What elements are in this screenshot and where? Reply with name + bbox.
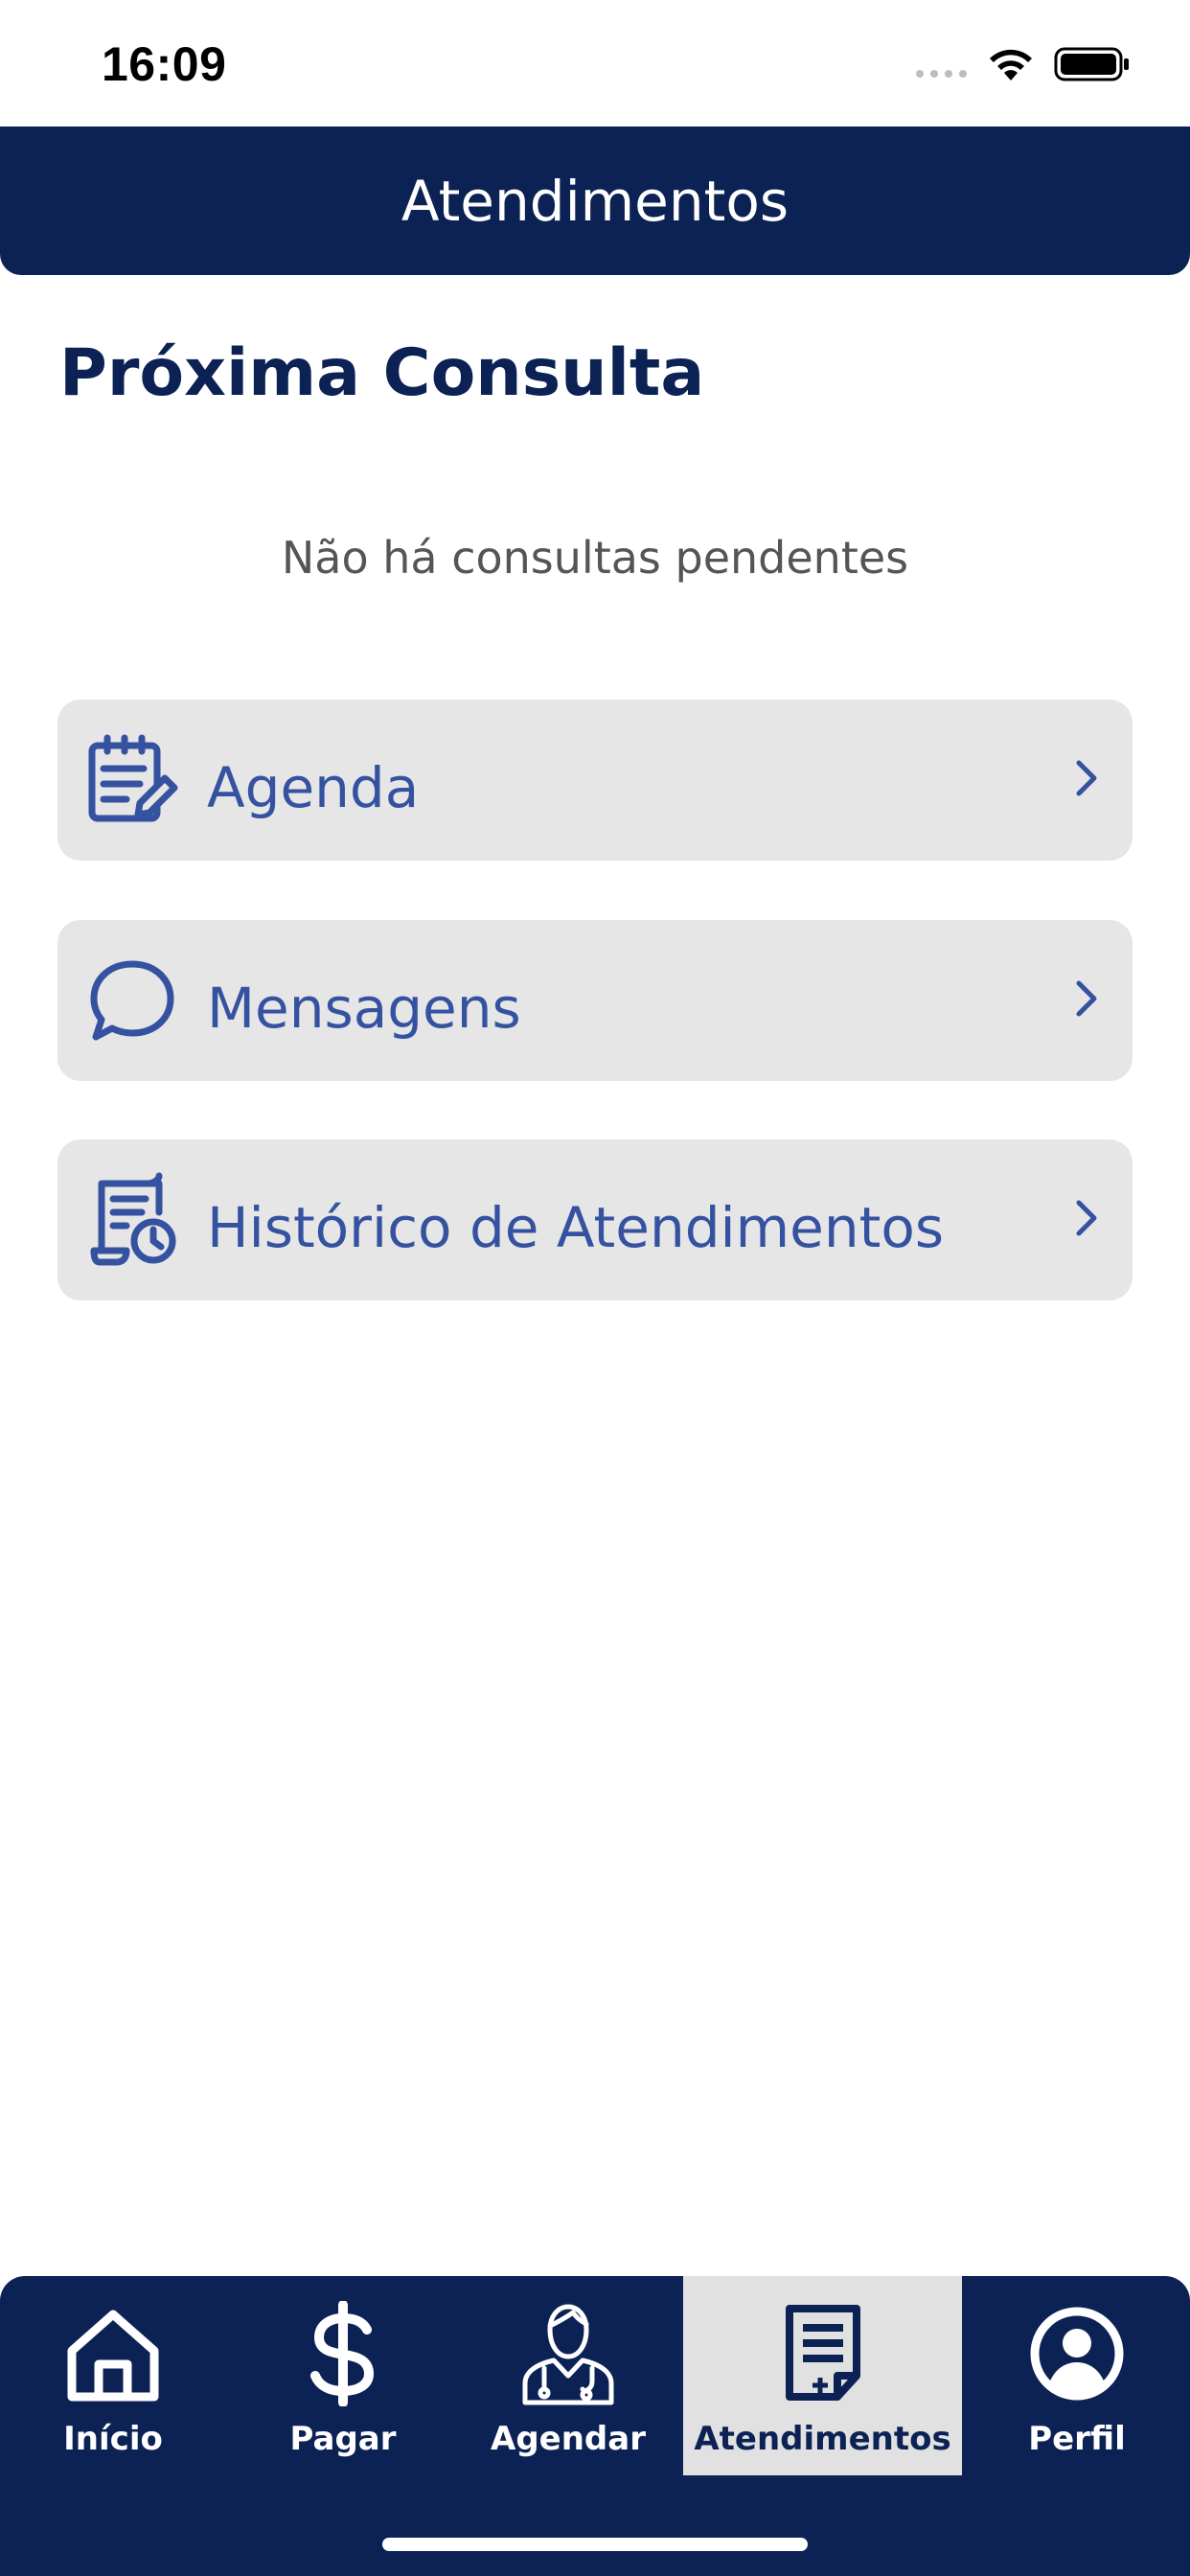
page-title: Atendimentos [400,168,790,234]
chevron-right-icon [1076,1200,1097,1236]
home-icon [67,2310,159,2402]
status-time: 16:09 [102,37,227,91]
tab-label: Início [63,2420,163,2458]
wifi-icon [990,49,1032,80]
menu-item-label: Histórico de Atendimentos [207,1195,945,1260]
medical-document-icon [785,2305,860,2401]
menu-item-mensagens[interactable]: Mensagens [57,920,1133,1081]
tab-label: Agendar [491,2420,646,2458]
home-indicator [382,2538,808,2551]
signal-icon [916,70,967,78]
tab-pagar[interactable]: Pagar [249,2276,437,2475]
history-document-icon [90,1172,176,1266]
tab-inicio[interactable]: Início [19,2276,207,2475]
app-header: Atendimentos [0,126,1190,275]
tab-agendar[interactable]: Agendar [474,2276,662,2475]
tab-perfil[interactable]: Perfil [983,2276,1171,2475]
menu-item-label: Mensagens [207,976,521,1041]
chevron-right-icon [1076,980,1097,1017]
bottom-tab-bar: Início Pagar Agendar Atendimentos Perfil [0,2276,1190,2576]
menu-item-agenda[interactable]: Agenda [57,700,1133,861]
status-bar: 16:09 [0,0,1190,126]
chevron-right-icon [1076,760,1097,796]
empty-state-text: Não há consultas pendentes [281,532,909,584]
screen: 16:09 Atendimentos Próxima Consulta Não … [0,0,1190,2576]
menu-item-historico[interactable]: Histórico de Atendimentos [57,1139,1133,1300]
chat-bubble-icon [90,960,174,1041]
menu-item-label: Agenda [207,755,420,820]
next-appointment-title: Próxima Consulta [59,335,705,411]
tab-label: Perfil [1028,2420,1126,2458]
calendar-edit-icon [88,734,178,822]
dollar-icon [310,2301,375,2406]
battery-icon [1054,47,1129,81]
tab-atendimentos[interactable]: Atendimentos [683,2276,962,2475]
doctor-icon [522,2304,614,2405]
tab-label: Pagar [289,2420,397,2458]
tab-label: Atendimentos [694,2420,951,2458]
profile-icon [1030,2307,1124,2401]
